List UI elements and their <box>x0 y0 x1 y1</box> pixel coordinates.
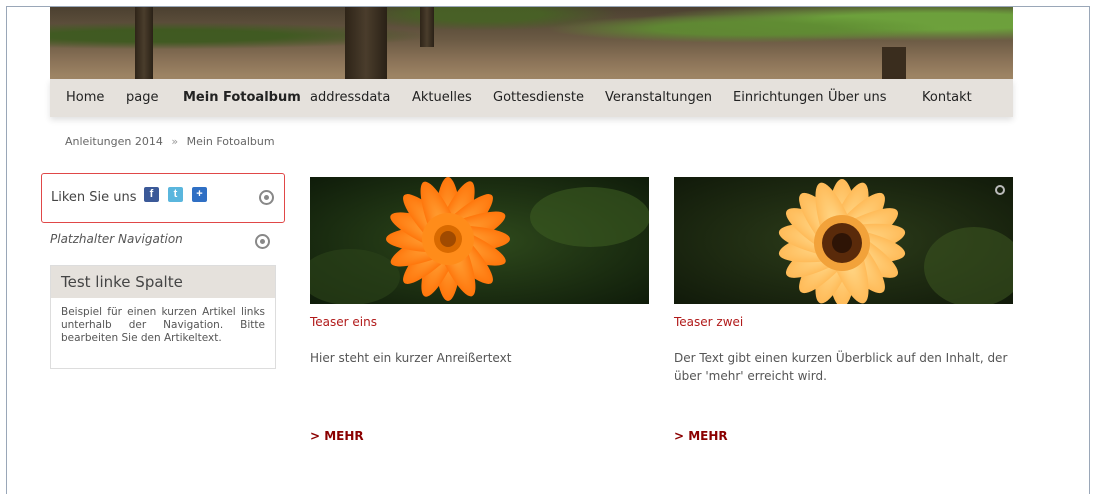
yellow-flower-image <box>674 177 1013 304</box>
teaser-title[interactable]: Teaser eins <box>310 315 377 329</box>
like-label: Liken Sie uns <box>51 190 137 205</box>
like-box: Liken Sie uns f t + <box>41 173 285 223</box>
teaser-image-orange-flower[interactable] <box>310 177 649 304</box>
more-link[interactable]: > MEHR <box>674 429 728 443</box>
nav-item-ueber-uns[interactable]: Über uns <box>828 90 887 105</box>
nav-item-veranstaltungen[interactable]: Veranstaltungen <box>605 90 712 105</box>
slideshow-control-icon[interactable] <box>995 185 1005 195</box>
breadcrumb: Anleitungen 2014 » Mein Fotoalbum <box>65 135 275 148</box>
placeholder-navigation: Platzhalter Navigation <box>50 232 183 246</box>
sidebar-box-title: Test linke Spalte <box>51 266 275 298</box>
main-navigation: Home page Mein Fotoalbum addressdata Akt… <box>50 79 1013 117</box>
sidebar-box-text: Beispiel für einen kurzen Artikel links … <box>61 306 265 344</box>
nav-item-page[interactable]: page <box>126 90 158 105</box>
twitter-icon[interactable]: t <box>168 187 183 202</box>
module-settings-icon[interactable] <box>259 190 274 205</box>
header-image <box>50 7 1013 79</box>
orange-flower-image <box>310 177 649 304</box>
nav-item-gottesdienste[interactable]: Gottesdienste <box>493 90 584 105</box>
teaser-text: Der Text gibt einen kurzen Überblick auf… <box>674 351 1008 383</box>
teaser-title[interactable]: Teaser zwei <box>674 315 743 329</box>
nav-item-einrichtungen[interactable]: Einrichtungen <box>733 90 823 105</box>
nav-item-mein-fotoalbum[interactable]: Mein Fotoalbum <box>183 90 301 105</box>
nav-item-aktuelles[interactable]: Aktuelles <box>412 90 472 105</box>
nav-item-home[interactable]: Home <box>66 90 104 105</box>
module-settings-icon[interactable] <box>255 234 270 249</box>
facebook-icon[interactable]: f <box>144 187 159 202</box>
teaser-image-yellow-flower[interactable] <box>674 177 1013 304</box>
plus-icon[interactable]: + <box>192 187 207 202</box>
more-link[interactable]: > MEHR <box>310 429 364 443</box>
teaser-text: Hier steht ein kurzer Anreißertext <box>310 351 512 365</box>
nav-item-addressdata[interactable]: addressdata <box>310 90 390 105</box>
nav-item-kontakt[interactable]: Kontakt <box>922 90 972 105</box>
breadcrumb-separator: » <box>171 135 179 148</box>
page-frame: Home page Mein Fotoalbum addressdata Akt… <box>6 6 1090 494</box>
sidebar-article-box: Test linke Spalte Beispiel für einen kur… <box>50 265 276 369</box>
breadcrumb-item-anleitungen[interactable]: Anleitungen 2014 <box>65 135 163 148</box>
breadcrumb-item-current: Mein Fotoalbum <box>186 135 275 148</box>
